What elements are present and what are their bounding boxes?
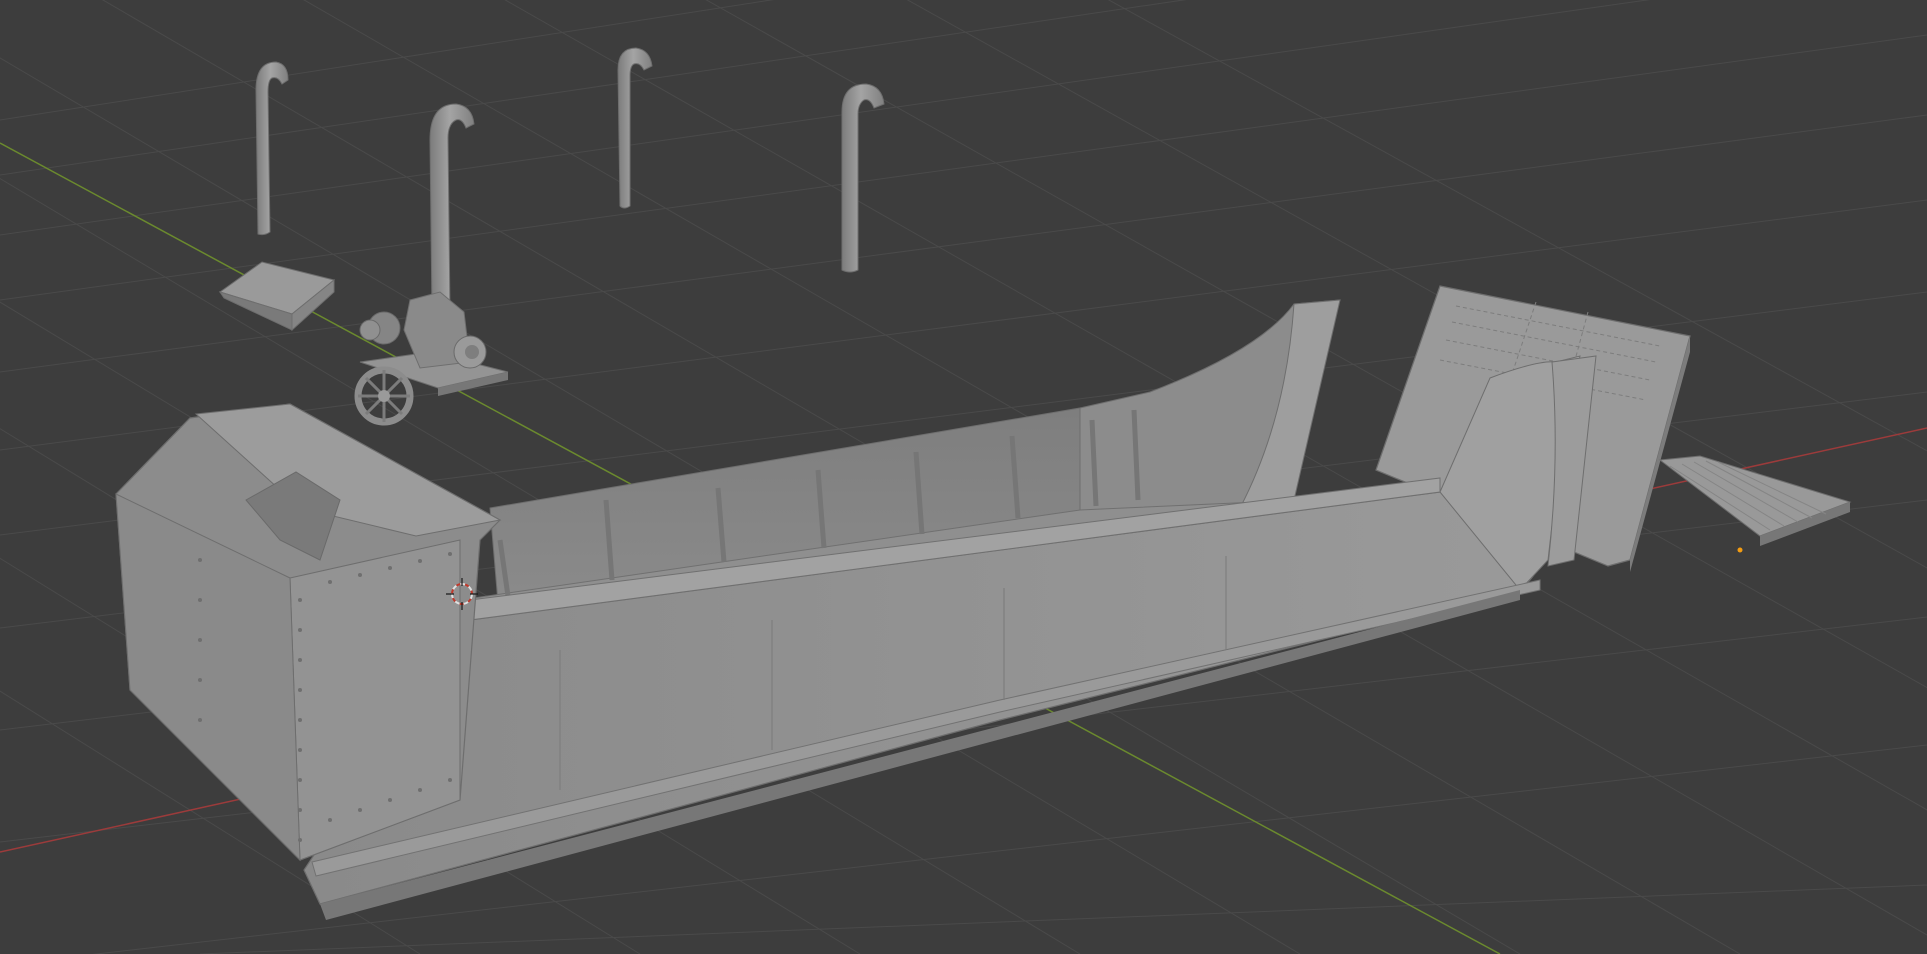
ramp-grate[interactable] [1658,455,1852,546]
exhaust-pipe-1[interactable] [255,61,289,236]
hull[interactable] [115,299,1597,920]
object-origin-icon [1737,547,1743,553]
exhaust-pipe-3[interactable] [617,47,653,209]
exhaust-pipe-2[interactable] [429,103,475,315]
3d-viewport[interactable] [0,0,1927,954]
winch[interactable] [354,291,509,426]
